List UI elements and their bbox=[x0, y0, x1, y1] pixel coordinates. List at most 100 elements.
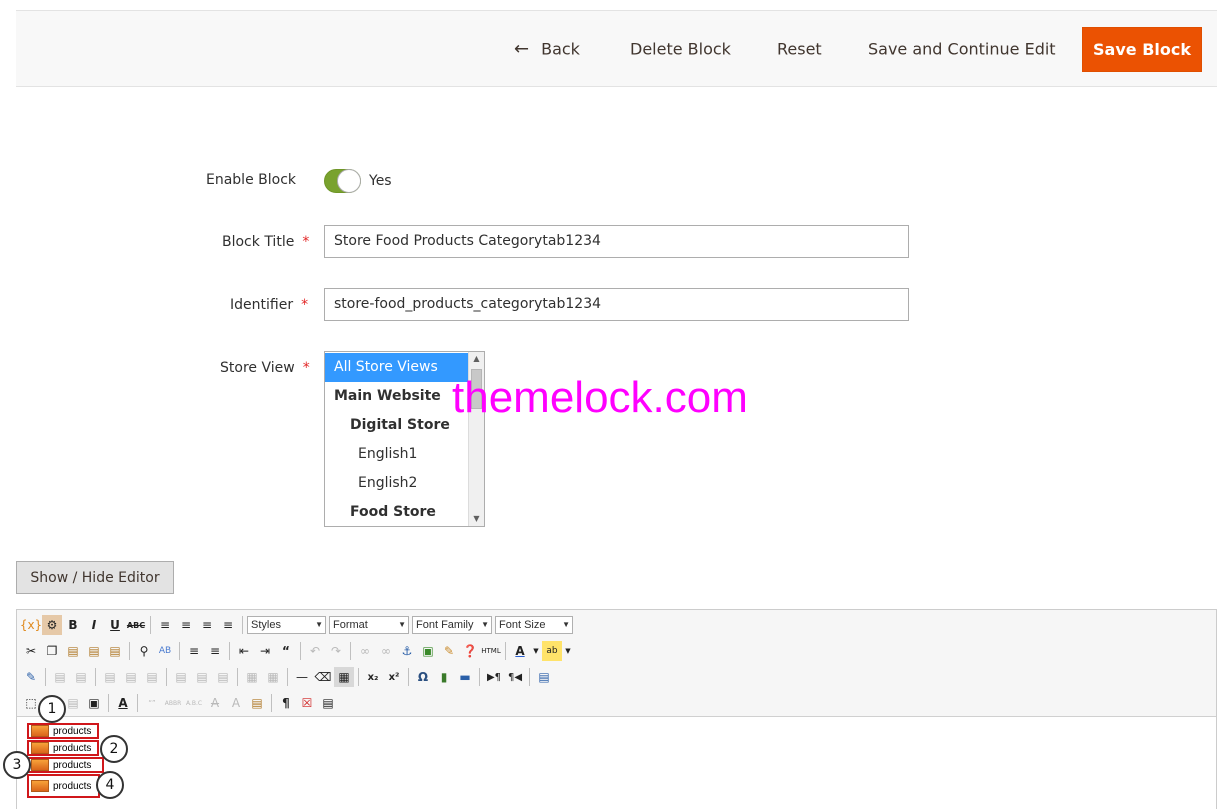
toolbar-separator bbox=[300, 642, 301, 660]
anchor-icon[interactable]: ⚓ bbox=[397, 641, 417, 661]
page-break-icon[interactable]: ▤ bbox=[318, 693, 338, 713]
italic-icon[interactable]: I bbox=[84, 615, 104, 635]
cleanup-icon[interactable]: ✎ bbox=[439, 641, 459, 661]
underline-icon[interactable]: U bbox=[105, 615, 125, 635]
products-widget[interactable]: products bbox=[27, 757, 104, 773]
cite-icon[interactable]: “” bbox=[142, 693, 162, 713]
strikethrough-icon[interactable]: ABC bbox=[126, 615, 146, 635]
back-button[interactable]: ← Back bbox=[514, 39, 580, 60]
block-title-input[interactable]: Store Food Products Categorytab1234 bbox=[324, 225, 909, 258]
help-icon[interactable]: ❓ bbox=[460, 641, 480, 661]
identifier-input[interactable]: store-food_products_categorytab1234 bbox=[324, 288, 909, 321]
save-and-continue-button[interactable]: Save and Continue Edit bbox=[868, 40, 1056, 59]
products-widget[interactable]: products bbox=[27, 740, 99, 756]
merge-cells-icon[interactable]: ▦ bbox=[263, 667, 283, 687]
align-right-icon[interactable]: ≡ bbox=[197, 615, 217, 635]
store-view-option[interactable]: English2 bbox=[325, 469, 484, 498]
abbr-icon[interactable]: ABBR bbox=[163, 693, 183, 713]
align-left-icon[interactable]: ≡ bbox=[155, 615, 175, 635]
insert-row-before-icon[interactable]: ▤ bbox=[100, 667, 120, 687]
widget-new-icon bbox=[31, 725, 49, 737]
delete-col-icon[interactable]: ▤ bbox=[213, 667, 233, 687]
unlink-icon[interactable]: ∞ bbox=[376, 641, 396, 661]
background-color-icon[interactable]: ab bbox=[542, 641, 562, 661]
find-icon[interactable]: ⚲ bbox=[134, 641, 154, 661]
horizontal-rule-icon[interactable]: — bbox=[292, 667, 312, 687]
insert-widget-icon[interactable]: ⚙ bbox=[42, 615, 62, 635]
editor-content-area[interactable]: products products products products bbox=[17, 717, 1216, 810]
visual-aid-icon[interactable]: ▦ bbox=[334, 667, 354, 687]
table-cell-props-icon[interactable]: ▤ bbox=[71, 667, 91, 687]
attributes-icon[interactable]: ▤ bbox=[247, 693, 267, 713]
fullscreen-icon[interactable]: ▬ bbox=[455, 667, 475, 687]
undo-icon[interactable]: ↶ bbox=[305, 641, 325, 661]
scroll-down-icon[interactable]: ▼ bbox=[469, 512, 484, 526]
show-blocks-icon[interactable]: ¶ bbox=[276, 693, 296, 713]
toolbar-separator bbox=[271, 694, 272, 712]
media-icon[interactable]: ▮ bbox=[434, 667, 454, 687]
reset-button[interactable]: Reset bbox=[777, 40, 822, 59]
enable-block-toggle[interactable] bbox=[324, 169, 361, 193]
paste-word-icon[interactable]: ▤ bbox=[105, 641, 125, 661]
superscript-icon[interactable]: x² bbox=[384, 667, 404, 687]
chevron-down-icon[interactable]: ▼ bbox=[563, 641, 573, 661]
acronym-icon[interactable]: A.B.C bbox=[184, 693, 204, 713]
save-block-button[interactable]: Save Block bbox=[1082, 27, 1202, 72]
toolbar-separator bbox=[150, 616, 151, 634]
insert-col-after-icon[interactable]: ▤ bbox=[192, 667, 212, 687]
remove-format-icon[interactable]: ⌫ bbox=[313, 667, 333, 687]
copy-icon[interactable]: ❐ bbox=[42, 641, 62, 661]
chevron-down-icon[interactable]: ▼ bbox=[531, 641, 541, 661]
watermark-text: themelock.com bbox=[452, 373, 748, 422]
text-color-icon[interactable]: A bbox=[510, 641, 530, 661]
widget-new-icon bbox=[31, 759, 49, 771]
chevron-down-icon: ▼ bbox=[315, 620, 323, 629]
delete-row-icon[interactable]: ▤ bbox=[142, 667, 162, 687]
scroll-up-icon[interactable]: ▲ bbox=[469, 352, 484, 366]
insert-variable-icon[interactable]: {x} bbox=[20, 615, 42, 635]
style-props-icon[interactable]: A bbox=[113, 693, 133, 713]
edit-icon[interactable]: ✎ bbox=[21, 667, 41, 687]
bold-icon[interactable]: B bbox=[63, 615, 83, 635]
outdent-icon[interactable]: ⇤ bbox=[234, 641, 254, 661]
back-label: Back bbox=[541, 39, 580, 59]
numbered-list-icon[interactable]: ≡ bbox=[205, 641, 225, 661]
blockquote-icon[interactable]: “ bbox=[276, 641, 296, 661]
link-icon[interactable]: ∞ bbox=[355, 641, 375, 661]
paste-icon[interactable]: ▤ bbox=[63, 641, 83, 661]
insertion-icon[interactable]: A bbox=[226, 693, 246, 713]
cut-icon[interactable]: ✂ bbox=[21, 641, 41, 661]
format-dropdown[interactable]: Format ▼ bbox=[329, 616, 409, 634]
store-view-option[interactable]: Food Store bbox=[325, 498, 484, 526]
split-cells-icon[interactable]: ▦ bbox=[242, 667, 262, 687]
rtl-icon[interactable]: ¶◀ bbox=[505, 667, 525, 687]
indent-icon[interactable]: ⇥ bbox=[255, 641, 275, 661]
redo-icon[interactable]: ↷ bbox=[326, 641, 346, 661]
move-backward-icon[interactable]: ▤ bbox=[63, 693, 83, 713]
styles-dropdown[interactable]: Styles ▼ bbox=[247, 616, 326, 634]
table-row-props-icon[interactable]: ▤ bbox=[50, 667, 70, 687]
align-justify-icon[interactable]: ≡ bbox=[218, 615, 238, 635]
font-size-dropdown[interactable]: Font Size ▼ bbox=[495, 616, 573, 634]
deletion-icon[interactable]: A bbox=[205, 693, 225, 713]
html-source-icon[interactable]: HTML bbox=[481, 641, 501, 661]
store-view-option[interactable]: English1 bbox=[325, 440, 484, 469]
paste-text-icon[interactable]: ▤ bbox=[84, 641, 104, 661]
preview-icon[interactable]: ▤ bbox=[534, 667, 554, 687]
align-center-icon[interactable]: ≡ bbox=[176, 615, 196, 635]
absolute-position-icon[interactable]: ▣ bbox=[84, 693, 104, 713]
insert-row-after-icon[interactable]: ▤ bbox=[121, 667, 141, 687]
show-hide-editor-button[interactable]: Show / Hide Editor bbox=[16, 561, 174, 594]
delete-block-button[interactable]: Delete Block bbox=[630, 40, 731, 59]
special-char-icon[interactable]: Ω bbox=[413, 667, 433, 687]
ltr-icon[interactable]: ▶¶ bbox=[484, 667, 504, 687]
font-family-dropdown[interactable]: Font Family ▼ bbox=[412, 616, 492, 634]
subscript-icon[interactable]: x₂ bbox=[363, 667, 383, 687]
replace-icon[interactable]: AB bbox=[155, 641, 175, 661]
bullet-list-icon[interactable]: ≡ bbox=[184, 641, 204, 661]
products-widget[interactable]: products bbox=[27, 774, 100, 798]
products-widget[interactable]: products bbox=[27, 723, 99, 739]
insert-col-before-icon[interactable]: ▤ bbox=[171, 667, 191, 687]
image-icon[interactable]: ▣ bbox=[418, 641, 438, 661]
nonbreaking-icon[interactable]: ☒ bbox=[297, 693, 317, 713]
